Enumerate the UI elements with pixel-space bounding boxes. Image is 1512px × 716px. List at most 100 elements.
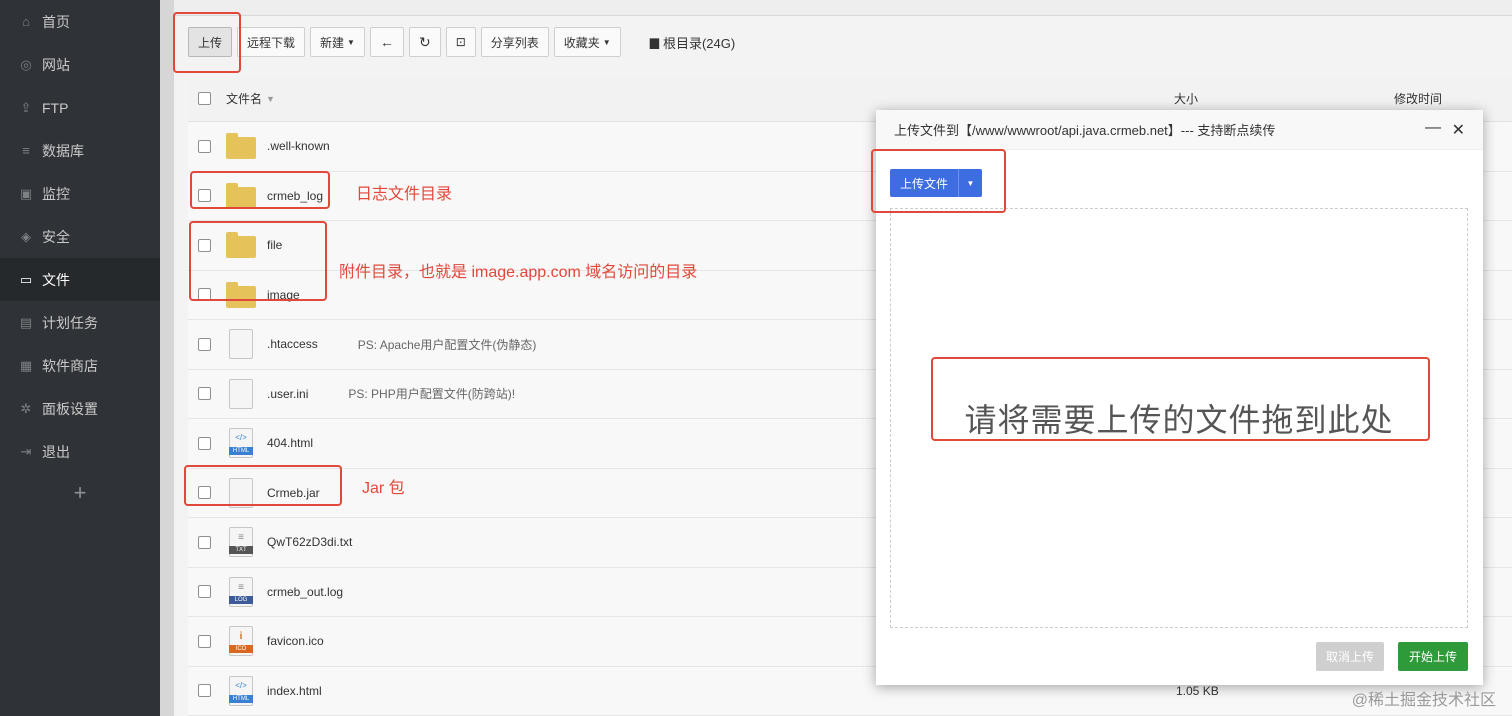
annotation-box-upload (173, 12, 241, 73)
sidebar-item-label: 安全 (42, 228, 70, 245)
html-file-icon: HTML </> (226, 428, 256, 459)
sidebar-item-8[interactable]: ▦ 软件商店 (0, 344, 160, 387)
file-note: PS: Apache用户配置文件(伪静态) (357, 337, 537, 352)
row-checkbox[interactable] (198, 139, 211, 153)
sidebar-item-4[interactable]: ▣ 监控 (0, 172, 160, 215)
favorites-dropdown-button[interactable]: 收藏夹 ▼ (553, 27, 621, 57)
back-button[interactable]: ← (369, 27, 404, 57)
remote-download-label: 远程下载 (247, 35, 296, 50)
sidebar-item-3[interactable]: ≡ 数据库 (0, 129, 160, 172)
cancel-upload-button[interactable]: 取消上传 (1315, 642, 1384, 671)
toolbar: 上传 远程下载 新建 ▼ ← ↻ ⊡ 分享列表 收藏夹 ▼ ▆ 根目录(24G) (188, 26, 735, 58)
annotation-attach-dir: 附件目录，也就是 image.app.com 域名访问的目录 (339, 264, 698, 281)
file-name[interactable]: 404.html (267, 436, 313, 450)
sidebar-item-2[interactable]: ⇪ FTP (0, 86, 160, 129)
sidebar-item-10[interactable]: ⇥ 退出 (0, 430, 160, 473)
monitor-icon: ▣ (19, 185, 33, 201)
file-file-icon (226, 378, 256, 409)
add-shortcut-button[interactable]: + (0, 473, 160, 513)
tab-strip (174, 0, 1512, 16)
remote-download-button[interactable]: 远程下载 (237, 27, 306, 57)
sidebar-item-6[interactable]: ▭ 文件 (0, 258, 160, 301)
new-label: 新建 (320, 35, 345, 50)
row-checkbox[interactable] (198, 387, 211, 401)
column-size-header[interactable]: 大小 (1174, 90, 1198, 107)
share-list-button[interactable]: 分享列表 (480, 27, 549, 57)
annotation-jar: Jar 包 (362, 480, 405, 497)
terminal-button[interactable]: ⊡ (445, 27, 476, 57)
new-dropdown-button[interactable]: 新建 ▼ (310, 27, 365, 57)
folder-icon: ▭ (19, 271, 33, 287)
caret-down-icon: ▼ (347, 37, 355, 47)
sidebar-item-9[interactable]: ✲ 面板设置 (0, 387, 160, 430)
sidebar-item-label: 软件商店 (42, 357, 98, 374)
file-name[interactable]: crmeb_out.log (267, 585, 343, 599)
ftp-icon: ⇪ (20, 99, 32, 115)
folder-icon (226, 131, 256, 161)
file-note: PS: PHP用户配置文件(防跨站)! (348, 387, 516, 402)
database-icon: ≡ (22, 143, 30, 158)
minimize-icon[interactable]: — (1425, 119, 1441, 137)
file-name[interactable]: .user.ini (267, 387, 308, 401)
row-checkbox[interactable] (198, 535, 211, 549)
sidebar-item-label: 网站 (42, 56, 70, 73)
file-name[interactable]: index.html (267, 684, 322, 698)
home-icon: ⌂ (22, 14, 30, 29)
logout-icon: ⇥ (20, 443, 32, 459)
file-name[interactable]: .well-known (267, 139, 330, 153)
column-name-label: 文件名 (226, 92, 263, 106)
refresh-icon: ↻ (418, 33, 431, 50)
start-upload-button[interactable]: 开始上传 (1397, 642, 1468, 671)
sidebar-item-0[interactable]: ⌂ 首页 (0, 0, 160, 43)
apps-icon: ▦ (19, 357, 33, 373)
sort-desc-icon: ▼ (266, 93, 275, 104)
annotation-box-drop-hint (931, 357, 1430, 441)
file-size: 1.05 KB (1176, 683, 1219, 698)
annotation-log-dir: 日志文件目录 (356, 186, 453, 203)
share-list-label: 分享列表 (490, 35, 539, 50)
sidebar-item-label: 数据库 (42, 142, 84, 159)
row-checkbox[interactable] (198, 585, 211, 599)
sidebar-item-7[interactable]: ▤ 计划任务 (0, 301, 160, 344)
calendar-icon: ▤ (19, 314, 33, 330)
file-name[interactable]: QwT62zD3di.txt (267, 535, 352, 549)
refresh-button[interactable]: ↻ (408, 27, 441, 57)
terminal-icon: ⊡ (455, 35, 466, 49)
sidebar-item-label: 退出 (42, 443, 70, 460)
row-checkbox[interactable] (198, 634, 211, 648)
file-name[interactable]: favicon.ico (267, 634, 324, 648)
annotation-box-jar (184, 465, 342, 506)
annotation-box-upload-file (871, 149, 1006, 213)
sidebar-item-label: FTP (42, 99, 69, 116)
file-file-icon (226, 329, 256, 360)
column-name-header[interactable]: 文件名 ▼ (226, 90, 275, 107)
file-name[interactable]: .htaccess (267, 337, 318, 351)
disk-label: 根目录(24G) (662, 35, 736, 51)
select-all-checkbox[interactable] (198, 92, 211, 105)
sidebar-item-1[interactable]: ◎ 网站 (0, 43, 160, 86)
dialog-title: 上传文件到【/www/wwwroot/api.java.crmeb.net】--… (894, 123, 1276, 138)
close-icon[interactable]: ✕ (1452, 120, 1465, 140)
disk-root-link[interactable]: ▆ 根目录(24G) (650, 33, 735, 52)
txt-file-icon: TXT ≡ (226, 527, 256, 558)
arrow-left-icon: ← (379, 34, 394, 50)
globe-icon: ◎ (20, 56, 32, 72)
row-checkbox[interactable] (198, 436, 211, 450)
sidebar-item-label: 首页 (42, 13, 70, 30)
row-checkbox[interactable] (198, 337, 211, 351)
sidebar-item-label: 计划任务 (42, 314, 98, 331)
row-checkbox[interactable] (198, 684, 211, 698)
disk-icon: ▆ (649, 35, 659, 49)
column-time-header[interactable]: 修改时间 (1394, 90, 1442, 107)
dialog-footer: 取消上传 开始上传 (1315, 642, 1468, 671)
sidebar: ⌂ 首页 ◎ 网站 ⇪ FTP ≡ 数据库 ▣ 监控 ◈ 安全 ▭ 文件 ▤ 计划任务 ▦ 软件商店 ✲ 面板设置 ⇥ 退… (0, 0, 160, 716)
ico-file-icon: ICO i (226, 626, 256, 657)
annotation-box-log (190, 171, 330, 209)
shield-icon: ◈ (21, 228, 31, 244)
annotation-box-attach (189, 221, 327, 301)
favorites-label: 收藏夹 (563, 35, 600, 50)
sidebar-item-5[interactable]: ◈ 安全 (0, 215, 160, 258)
dialog-header: 上传文件到【/www/wwwroot/api.java.crmeb.net】--… (876, 110, 1483, 150)
sidebar-item-label: 文件 (42, 271, 70, 288)
sidebar-item-label: 面板设置 (42, 400, 98, 417)
